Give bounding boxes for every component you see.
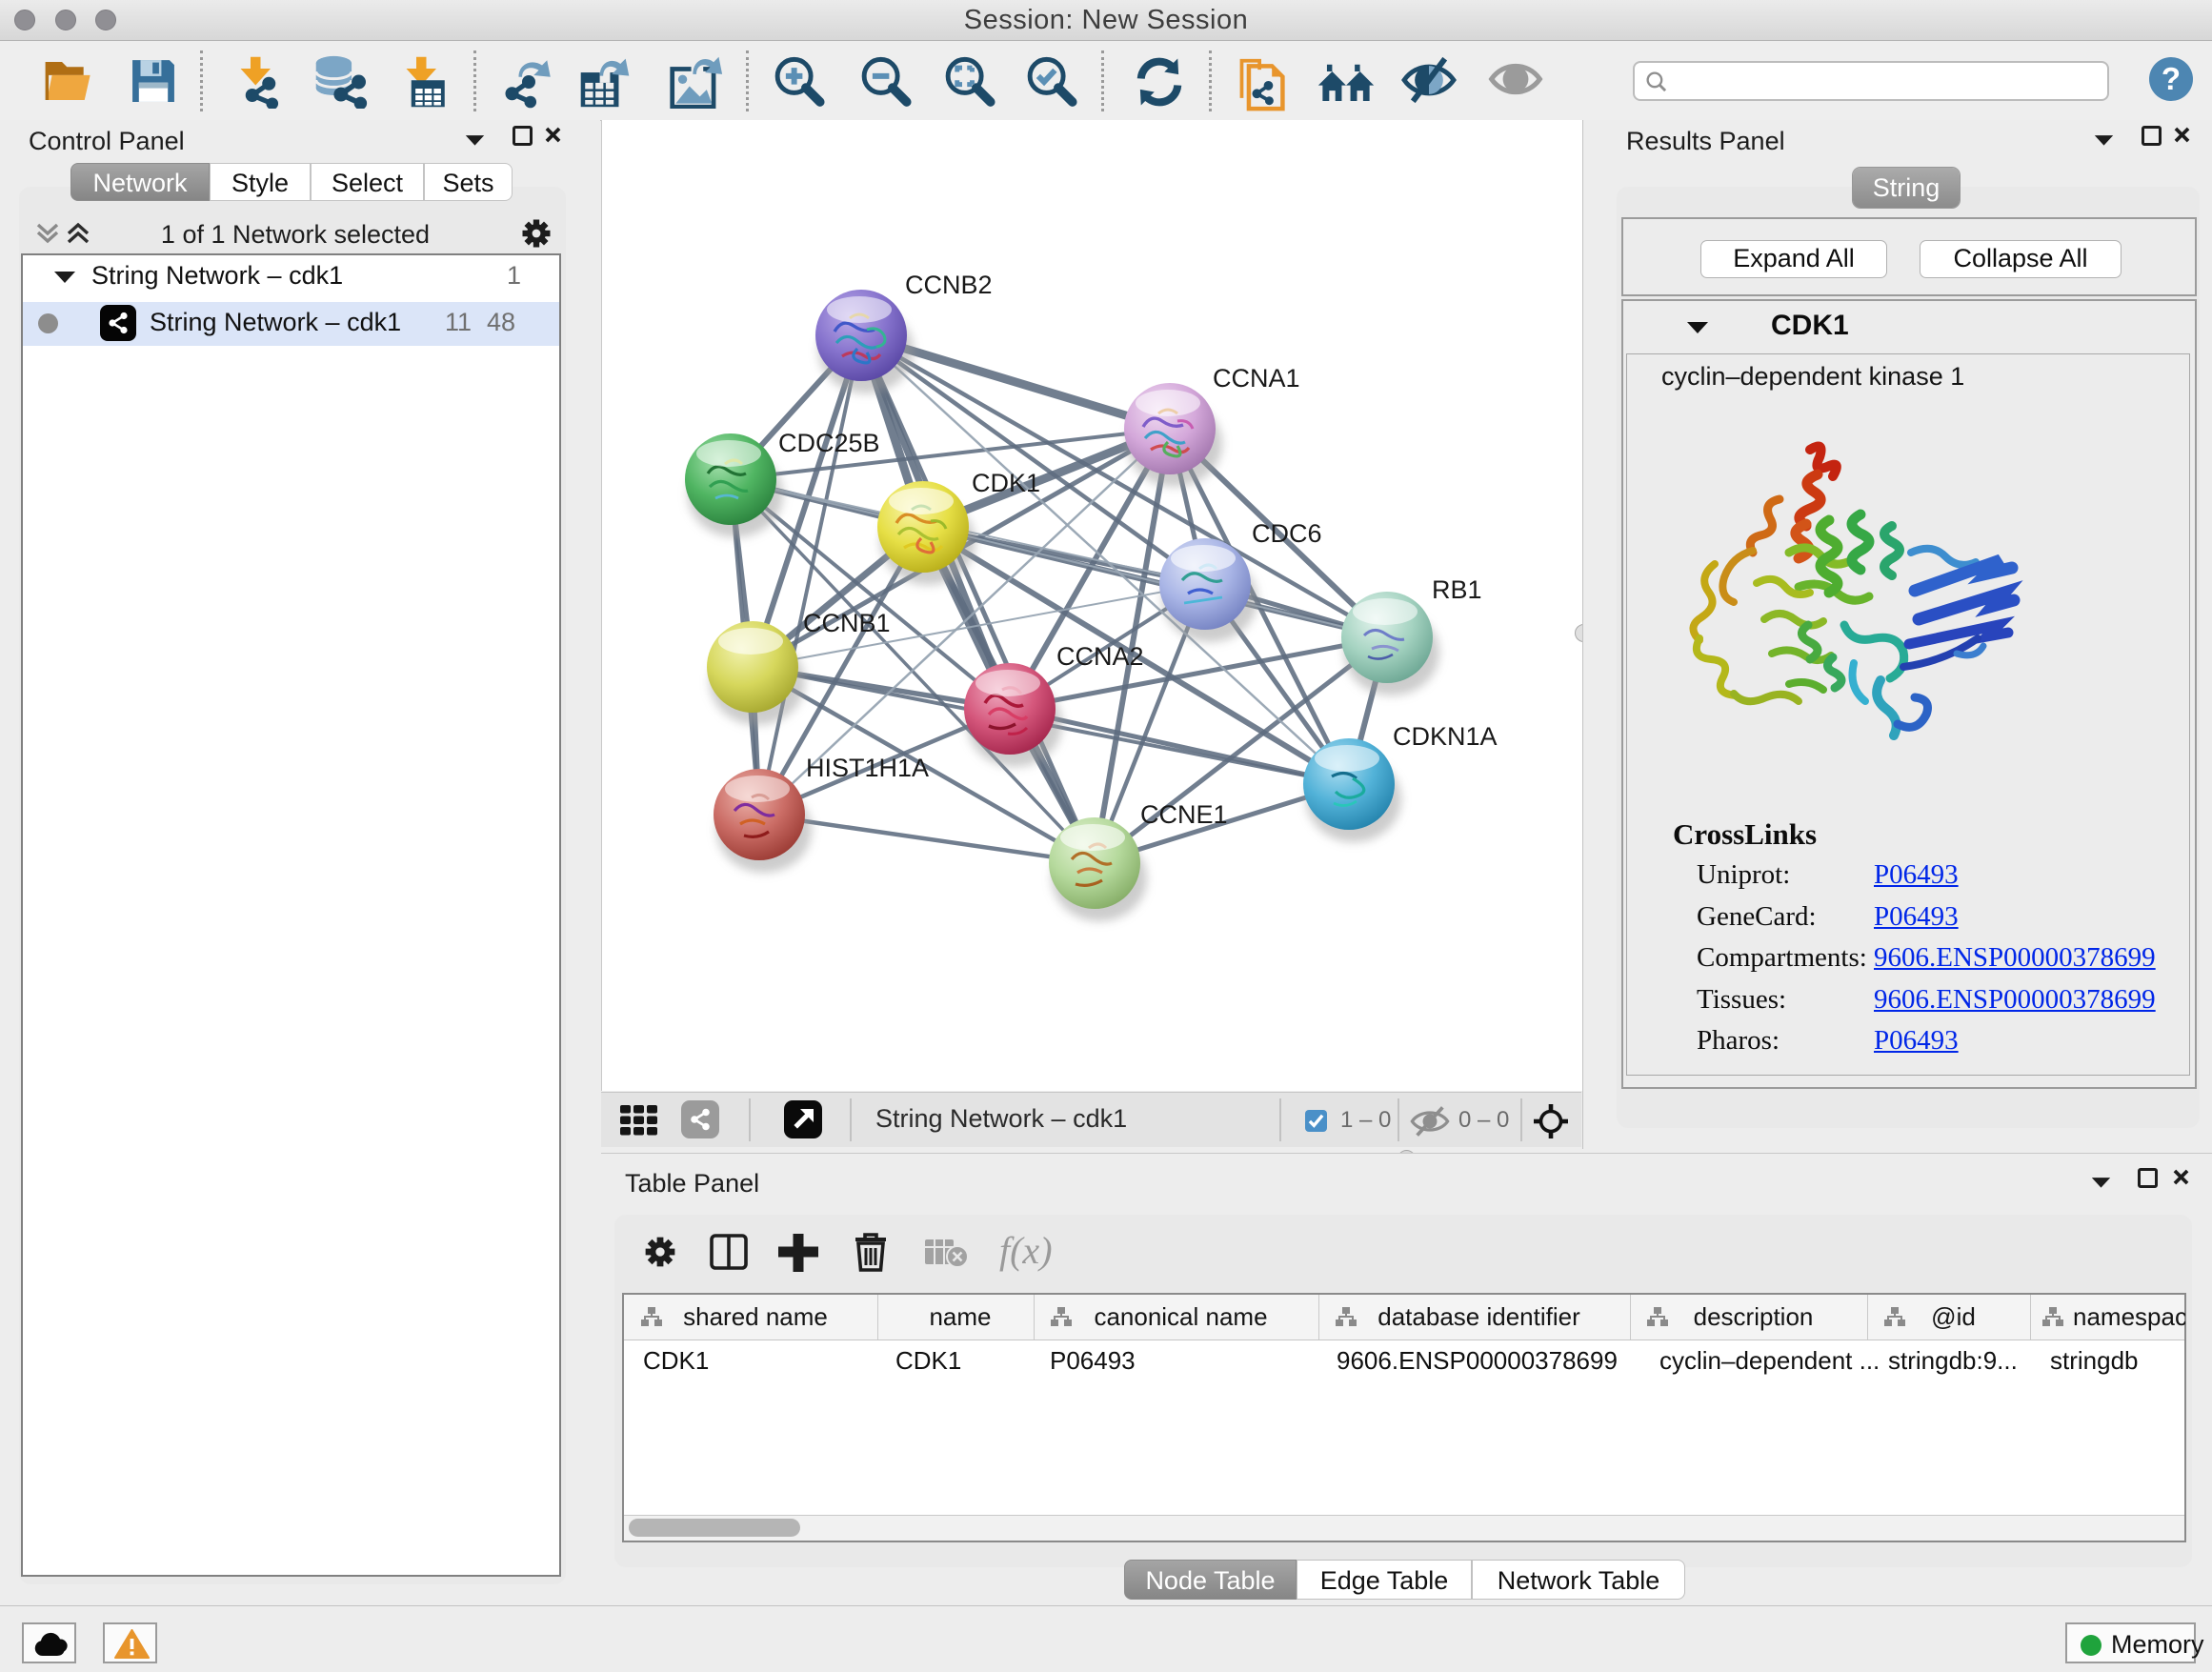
- svg-text:CDK1: CDK1: [972, 469, 1040, 497]
- svg-text:RB1: RB1: [1432, 575, 1482, 604]
- svg-text:HIST1H1A: HIST1H1A: [806, 754, 929, 782]
- svg-text:CDC25B: CDC25B: [778, 429, 880, 457]
- svg-text:CCNE1: CCNE1: [1140, 800, 1228, 829]
- svg-text:CDC6: CDC6: [1252, 519, 1322, 548]
- svg-text:CCNB1: CCNB1: [803, 609, 891, 637]
- svg-text:CDKN1A: CDKN1A: [1393, 722, 1498, 751]
- svg-text:CCNA2: CCNA2: [1056, 642, 1144, 671]
- svg-text:CCNB2: CCNB2: [905, 271, 993, 299]
- svg-text:CCNA1: CCNA1: [1213, 364, 1300, 393]
